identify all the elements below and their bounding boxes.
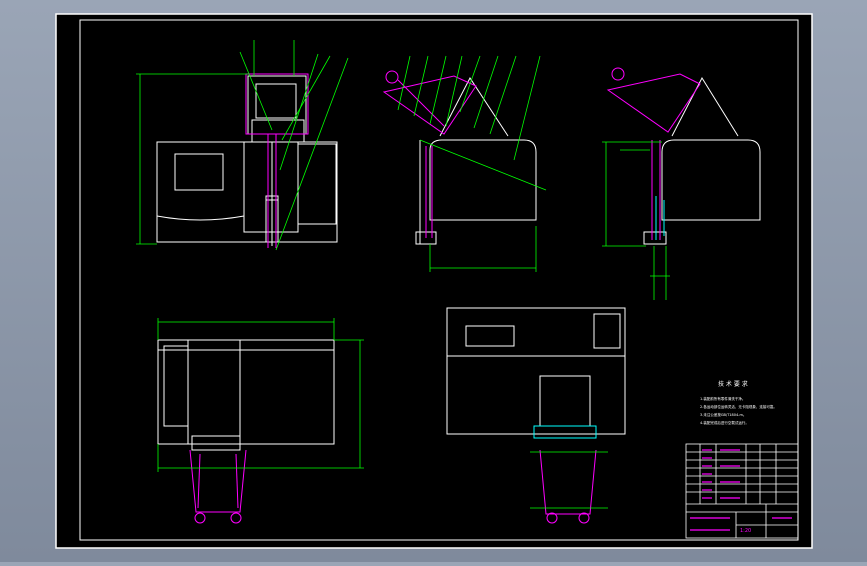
notes-line: 1.装配前所有零件清洗干净。 [700, 396, 745, 401]
notes-line: 3.未注公差按GB/T1804-m。 [700, 412, 746, 417]
notes-title: 技 术 要 求 [718, 380, 748, 388]
scale-label: 1:20 [740, 528, 751, 534]
notes-line: 2.各运动部位运转灵活，无卡阻现象，连接可靠。 [700, 404, 777, 409]
drawing-canvas: 技 术 要 求 1.装配前所有零件清洗干净。 2.各运动部位运转灵活，无卡阻现象… [55, 13, 813, 549]
cad-viewport[interactable]: 技 术 要 求 1.装配前所有零件清洗干净。 2.各运动部位运转灵活，无卡阻现象… [0, 0, 867, 562]
notes-line: 4.装配完成后进行空载试运行。 [700, 420, 749, 425]
